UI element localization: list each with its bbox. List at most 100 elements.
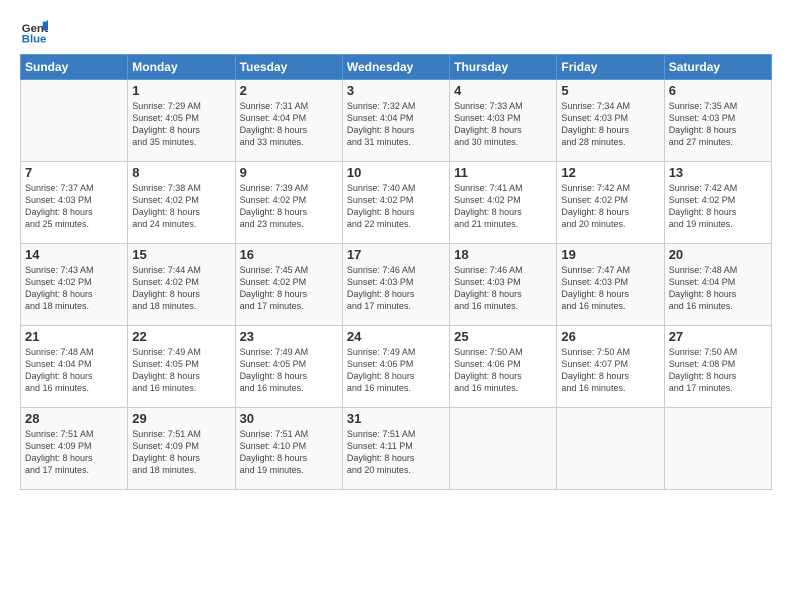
day-info: Sunrise: 7:42 AM Sunset: 4:02 PM Dayligh… — [561, 182, 659, 231]
day-info: Sunrise: 7:51 AM Sunset: 4:11 PM Dayligh… — [347, 428, 445, 477]
day-number: 2 — [240, 83, 338, 98]
day-number: 9 — [240, 165, 338, 180]
calendar-cell: 17 Sunrise: 7:46 AM Sunset: 4:03 PM Dayli… — [342, 244, 449, 326]
day-info: Sunrise: 7:46 AM Sunset: 4:03 PM Dayligh… — [347, 264, 445, 313]
day-number: 15 — [132, 247, 230, 262]
calendar-cell — [21, 80, 128, 162]
week-row-5: 28 Sunrise: 7:51 AM Sunset: 4:09 PM Dayli… — [21, 408, 772, 490]
week-row-1: 1 Sunrise: 7:29 AM Sunset: 4:05 PM Daylig… — [21, 80, 772, 162]
day-number: 20 — [669, 247, 767, 262]
calendar-cell: 18Sunrise: 7:46 AM Sunset: 4:03 PM Dayli… — [450, 244, 557, 326]
calendar-cell: 19 Sunrise: 7:47 AM Sunset: 4:03 PM Dayli… — [557, 244, 664, 326]
day-number: 26 — [561, 329, 659, 344]
calendar-cell: 30 Sunrise: 7:51 AM Sunset: 4:10 PM Dayli… — [235, 408, 342, 490]
calendar-cell: 12 Sunrise: 7:42 AM Sunset: 4:02 PM Dayli… — [557, 162, 664, 244]
day-info: Sunrise: 7:49 AM Sunset: 4:05 PM Dayligh… — [240, 346, 338, 395]
day-number: 7 — [25, 165, 123, 180]
day-number: 10 — [347, 165, 445, 180]
day-info: Sunrise: 7:43 AM Sunset: 4:02 PM Dayligh… — [25, 264, 123, 313]
calendar-cell: 7Sunrise: 7:37 AM Sunset: 4:03 PM Daylig… — [21, 162, 128, 244]
week-row-3: 14 Sunrise: 7:43 AM Sunset: 4:02 PM Dayli… — [21, 244, 772, 326]
day-info: Sunrise: 7:49 AM Sunset: 4:05 PM Dayligh… — [132, 346, 230, 395]
calendar-cell: 4 Sunrise: 7:33 AM Sunset: 4:03 PM Daylig… — [450, 80, 557, 162]
weekday-header-monday: Monday — [128, 55, 235, 80]
day-number: 21 — [25, 329, 123, 344]
calendar-cell — [664, 408, 771, 490]
day-number: 18 — [454, 247, 552, 262]
weekday-header-friday: Friday — [557, 55, 664, 80]
calendar-cell: 10Sunrise: 7:40 AM Sunset: 4:02 PM Dayli… — [342, 162, 449, 244]
calendar-cell: 14 Sunrise: 7:43 AM Sunset: 4:02 PM Dayli… — [21, 244, 128, 326]
calendar-cell: 3 Sunrise: 7:32 AM Sunset: 4:04 PM Daylig… — [342, 80, 449, 162]
day-info: Sunrise: 7:35 AM Sunset: 4:03 PM Dayligh… — [669, 100, 767, 149]
header: General Blue — [20, 18, 772, 46]
calendar-cell: 22 Sunrise: 7:49 AM Sunset: 4:05 PM Dayli… — [128, 326, 235, 408]
day-info: Sunrise: 7:33 AM Sunset: 4:03 PM Dayligh… — [454, 100, 552, 149]
day-number: 12 — [561, 165, 659, 180]
calendar-cell — [450, 408, 557, 490]
week-row-2: 7Sunrise: 7:37 AM Sunset: 4:03 PM Daylig… — [21, 162, 772, 244]
calendar-cell: 9 Sunrise: 7:39 AM Sunset: 4:02 PM Daylig… — [235, 162, 342, 244]
day-info: Sunrise: 7:44 AM Sunset: 4:02 PM Dayligh… — [132, 264, 230, 313]
day-info: Sunrise: 7:39 AM Sunset: 4:02 PM Dayligh… — [240, 182, 338, 231]
day-number: 31 — [347, 411, 445, 426]
calendar-cell: 15 Sunrise: 7:44 AM Sunset: 4:02 PM Dayli… — [128, 244, 235, 326]
calendar-cell: 21 Sunrise: 7:48 AM Sunset: 4:04 PM Dayli… — [21, 326, 128, 408]
day-number: 5 — [561, 83, 659, 98]
day-number: 8 — [132, 165, 230, 180]
day-number: 11 — [454, 165, 552, 180]
day-info: Sunrise: 7:51 AM Sunset: 4:09 PM Dayligh… — [25, 428, 123, 477]
calendar-cell: 13 Sunrise: 7:42 AM Sunset: 4:02 PM Dayli… — [664, 162, 771, 244]
calendar-table: SundayMondayTuesdayWednesdayThursdayFrid… — [20, 54, 772, 490]
day-number: 1 — [132, 83, 230, 98]
day-number: 13 — [669, 165, 767, 180]
day-info: Sunrise: 7:31 AM Sunset: 4:04 PM Dayligh… — [240, 100, 338, 149]
calendar-cell: 5 Sunrise: 7:34 AM Sunset: 4:03 PM Daylig… — [557, 80, 664, 162]
day-number: 16 — [240, 247, 338, 262]
calendar-cell: 25 Sunrise: 7:50 AM Sunset: 4:06 PM Dayli… — [450, 326, 557, 408]
day-info: Sunrise: 7:34 AM Sunset: 4:03 PM Dayligh… — [561, 100, 659, 149]
weekday-header-thursday: Thursday — [450, 55, 557, 80]
day-info: Sunrise: 7:42 AM Sunset: 4:02 PM Dayligh… — [669, 182, 767, 231]
week-row-4: 21 Sunrise: 7:48 AM Sunset: 4:04 PM Dayli… — [21, 326, 772, 408]
day-info: Sunrise: 7:50 AM Sunset: 4:08 PM Dayligh… — [669, 346, 767, 395]
calendar-cell: 1 Sunrise: 7:29 AM Sunset: 4:05 PM Daylig… — [128, 80, 235, 162]
logo: General Blue — [20, 18, 52, 46]
weekday-header-row: SundayMondayTuesdayWednesdayThursdayFrid… — [21, 55, 772, 80]
calendar-cell: 20 Sunrise: 7:48 AM Sunset: 4:04 PM Dayli… — [664, 244, 771, 326]
weekday-header-sunday: Sunday — [21, 55, 128, 80]
day-number: 28 — [25, 411, 123, 426]
day-number: 17 — [347, 247, 445, 262]
calendar-cell: 6 Sunrise: 7:35 AM Sunset: 4:03 PM Daylig… — [664, 80, 771, 162]
day-info: Sunrise: 7:51 AM Sunset: 4:09 PM Dayligh… — [132, 428, 230, 477]
day-number: 14 — [25, 247, 123, 262]
calendar-cell: 24Sunrise: 7:49 AM Sunset: 4:06 PM Dayli… — [342, 326, 449, 408]
day-number: 19 — [561, 247, 659, 262]
calendar-cell: 31 Sunrise: 7:51 AM Sunset: 4:11 PM Dayli… — [342, 408, 449, 490]
day-number: 22 — [132, 329, 230, 344]
weekday-header-wednesday: Wednesday — [342, 55, 449, 80]
day-info: Sunrise: 7:41 AM Sunset: 4:02 PM Dayligh… — [454, 182, 552, 231]
day-info: Sunrise: 7:49 AM Sunset: 4:06 PM Dayligh… — [347, 346, 445, 395]
day-info: Sunrise: 7:47 AM Sunset: 4:03 PM Dayligh… — [561, 264, 659, 313]
day-number: 6 — [669, 83, 767, 98]
day-number: 25 — [454, 329, 552, 344]
day-info: Sunrise: 7:48 AM Sunset: 4:04 PM Dayligh… — [25, 346, 123, 395]
day-number: 4 — [454, 83, 552, 98]
calendar-cell: 16 Sunrise: 7:45 AM Sunset: 4:02 PM Dayli… — [235, 244, 342, 326]
calendar-cell: 27Sunrise: 7:50 AM Sunset: 4:08 PM Dayli… — [664, 326, 771, 408]
day-number: 3 — [347, 83, 445, 98]
day-info: Sunrise: 7:45 AM Sunset: 4:02 PM Dayligh… — [240, 264, 338, 313]
day-info: Sunrise: 7:50 AM Sunset: 4:07 PM Dayligh… — [561, 346, 659, 395]
day-info: Sunrise: 7:38 AM Sunset: 4:02 PM Dayligh… — [132, 182, 230, 231]
weekday-header-saturday: Saturday — [664, 55, 771, 80]
day-info: Sunrise: 7:32 AM Sunset: 4:04 PM Dayligh… — [347, 100, 445, 149]
day-number: 30 — [240, 411, 338, 426]
day-info: Sunrise: 7:29 AM Sunset: 4:05 PM Dayligh… — [132, 100, 230, 149]
calendar-cell: 2 Sunrise: 7:31 AM Sunset: 4:04 PM Daylig… — [235, 80, 342, 162]
day-number: 29 — [132, 411, 230, 426]
day-info: Sunrise: 7:51 AM Sunset: 4:10 PM Dayligh… — [240, 428, 338, 477]
day-info: Sunrise: 7:48 AM Sunset: 4:04 PM Dayligh… — [669, 264, 767, 313]
calendar-cell: 23Sunrise: 7:49 AM Sunset: 4:05 PM Dayli… — [235, 326, 342, 408]
day-info: Sunrise: 7:50 AM Sunset: 4:06 PM Dayligh… — [454, 346, 552, 395]
